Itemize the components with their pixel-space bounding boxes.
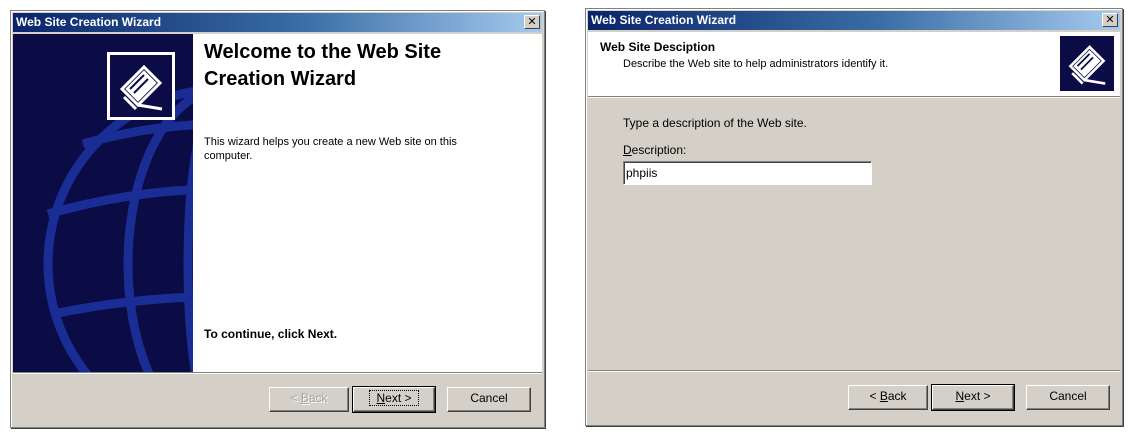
welcome-content-pane: Welcome to the Web Site Creation Wizard … [193, 34, 542, 372]
next-button-mnemonic: N [376, 391, 386, 405]
button-area-separator [13, 372, 542, 374]
welcome-wizard-dialog: Web Site Creation Wizard ✕ Welcome to th… [10, 10, 545, 428]
focus-rect: Next > [369, 390, 419, 406]
wizard-banner [13, 34, 193, 372]
back-button[interactable]: < Back [848, 385, 928, 410]
title-bar[interactable]: Web Site Creation Wizard ✕ [13, 13, 542, 32]
description-wizard-dialog: Web Site Creation Wizard ✕ Web Site Desc… [585, 8, 1123, 426]
back-button-label: ack [308, 391, 328, 405]
wizard-logo [1060, 36, 1114, 91]
button-area-separator [588, 370, 1120, 372]
description-label-text: escription: [631, 143, 687, 157]
window-title: Web Site Creation Wizard [591, 13, 737, 27]
title-bar[interactable]: Web Site Creation Wizard ✕ [588, 11, 1120, 30]
description-label: Description: [623, 143, 686, 157]
next-button-label: ext > [964, 389, 991, 403]
close-button[interactable]: ✕ [524, 15, 540, 29]
back-button-prefix: < [869, 389, 880, 403]
next-button[interactable]: Next > [352, 386, 436, 413]
back-button[interactable]: < Back [269, 387, 349, 412]
welcome-description: This wizard helps you create a new Web s… [204, 136, 457, 162]
book-with-pen-icon [119, 64, 163, 111]
next-button-label: ext > [385, 391, 412, 405]
book-with-pen-icon [1068, 45, 1106, 85]
next-button-mnemonic: N [955, 389, 965, 403]
continue-instruction: To continue, click Next. [204, 327, 338, 341]
page-subtitle: Describe the Web site to help administra… [623, 58, 889, 70]
wizard-page-header: Web Site Desciption Describe the Web sit… [588, 32, 1120, 96]
close-button[interactable]: ✕ [1102, 13, 1118, 27]
header-separator [588, 96, 1120, 98]
back-button-mnemonic: B [879, 389, 888, 403]
back-button-label: ack [887, 389, 907, 403]
back-button-mnemonic: B [300, 391, 309, 405]
next-button[interactable]: Next > [931, 384, 1015, 411]
wizard-logo [107, 52, 175, 120]
page-title: Web Site Desciption [600, 40, 716, 54]
instruction-text: Type a description of the Web site. [623, 116, 807, 130]
description-label-mnemonic: D [623, 143, 632, 157]
cancel-button[interactable]: Cancel [1026, 385, 1110, 410]
back-button-prefix: < [290, 391, 301, 405]
welcome-heading: Welcome to the Web Site Creation Wizard [204, 41, 442, 90]
description-input[interactable] [623, 161, 872, 185]
cancel-button[interactable]: Cancel [447, 387, 531, 412]
window-title: Web Site Creation Wizard [16, 15, 162, 29]
